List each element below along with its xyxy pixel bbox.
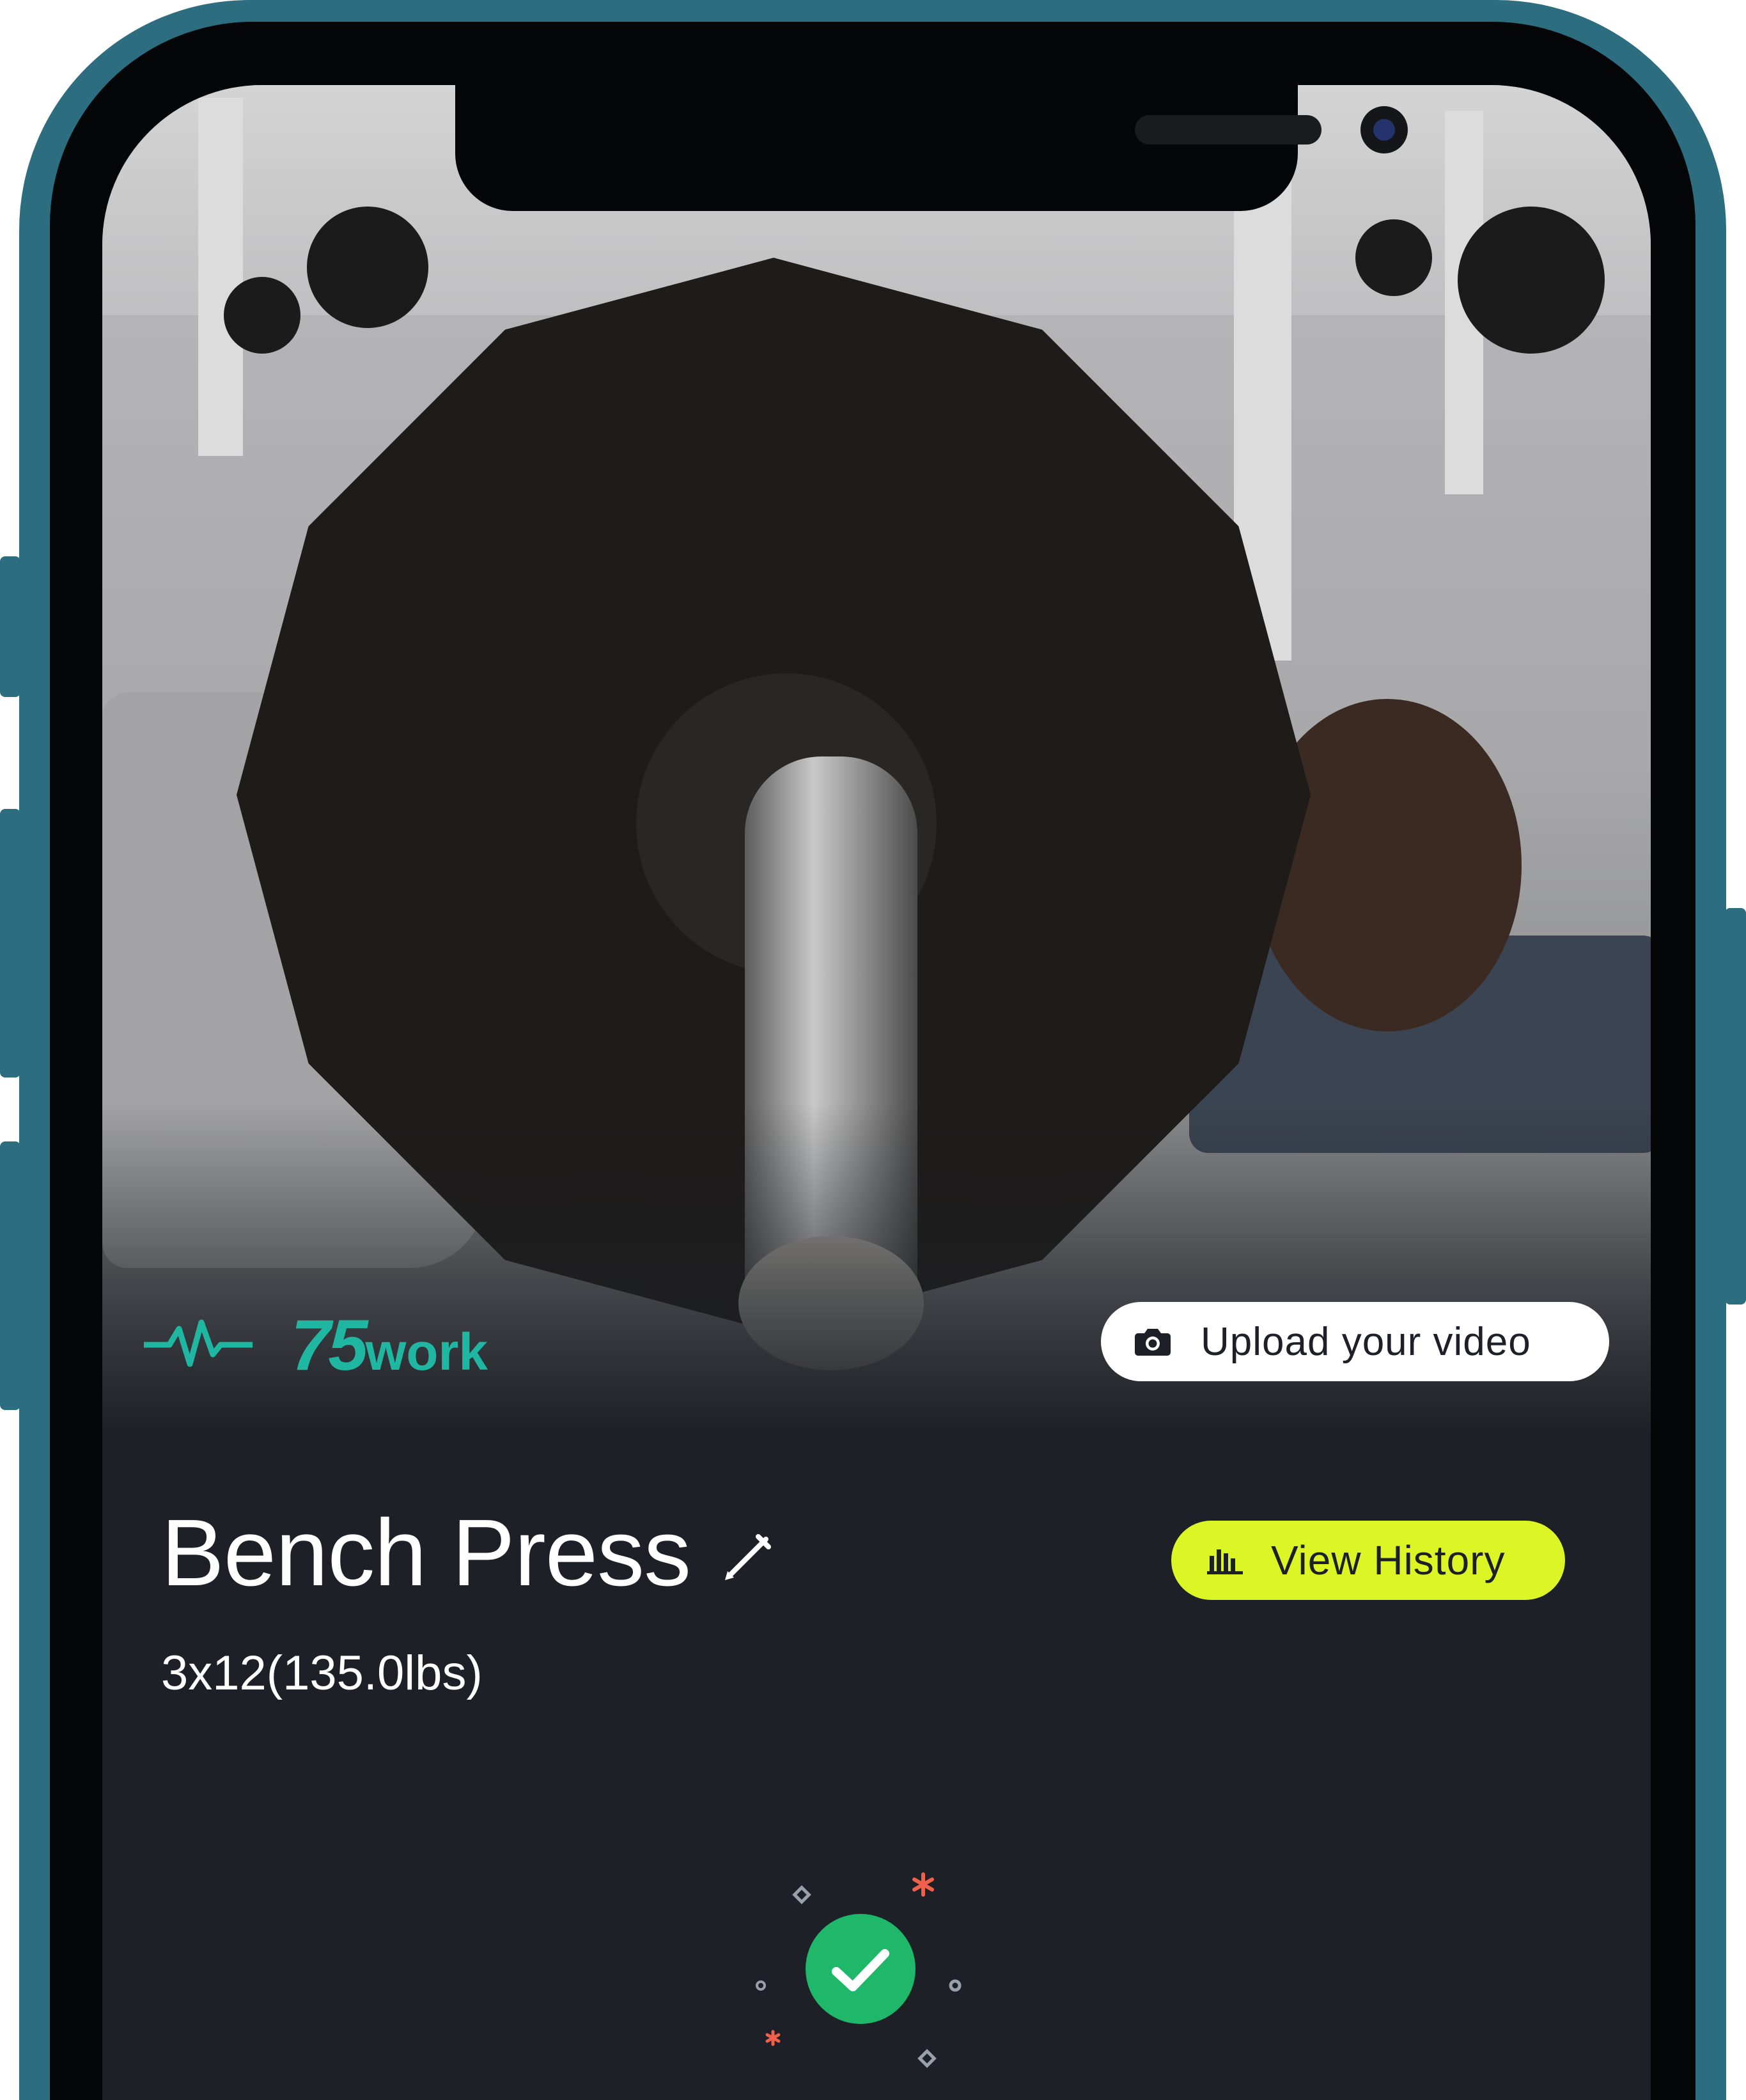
gym-rack [198, 98, 243, 456]
phone-side-button [1725, 908, 1746, 1305]
phone-side-button [0, 1141, 20, 1410]
front-camera [1360, 106, 1408, 153]
brand-number: 75 [291, 1305, 368, 1385]
view-history-label: View History [1271, 1537, 1506, 1583]
camera-lens [1373, 119, 1395, 141]
phone-side-button [0, 556, 20, 697]
checkmark-icon [832, 1949, 889, 1991]
bar-chart-icon [1207, 1549, 1243, 1574]
upload-video-label: Upload your video [1201, 1319, 1531, 1364]
brand-logo: 75 work [144, 1304, 488, 1386]
background-plate [1458, 207, 1605, 354]
exercise-video[interactable] [102, 85, 1651, 1434]
exercise-title: Bench Press [161, 1500, 691, 1606]
pencil-icon[interactable] [722, 1532, 774, 1583]
speaker-grille [1135, 115, 1321, 145]
brand-word: work [365, 1322, 488, 1381]
background-plate [224, 277, 300, 354]
app-screen: 75 work Upload your video Bench Press 3x… [102, 85, 1651, 2100]
phone-side-button [0, 809, 20, 1077]
exercise-sets: 3x12(135.0lbs) [161, 1646, 483, 1700]
background-plate [1355, 219, 1432, 296]
success-check [806, 1914, 916, 2024]
brand-text: 75 work [291, 1304, 488, 1386]
camera-icon [1135, 1329, 1171, 1356]
pulse-icon [144, 1319, 253, 1367]
view-history-button[interactable]: View History [1171, 1521, 1565, 1600]
background-plate [307, 207, 428, 328]
upload-video-button[interactable]: Upload your video [1101, 1302, 1609, 1381]
phone-notch [455, 85, 1408, 211]
